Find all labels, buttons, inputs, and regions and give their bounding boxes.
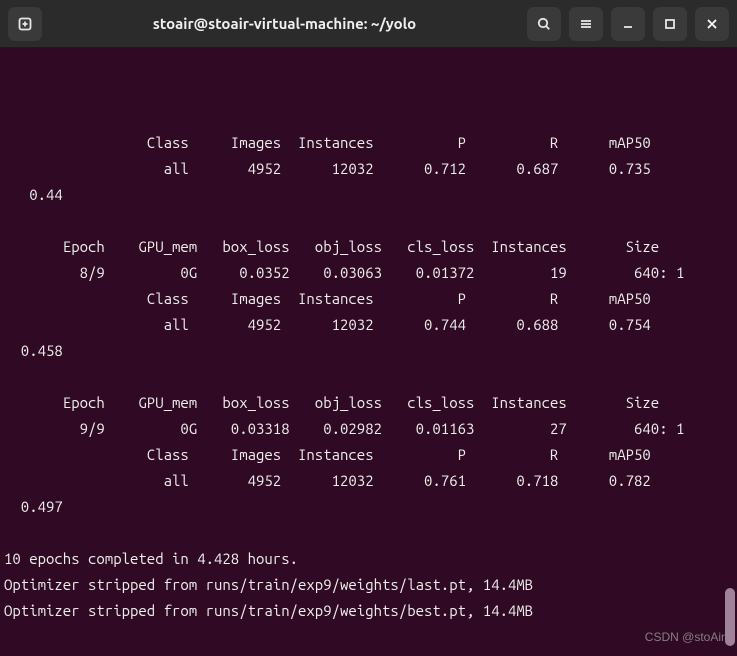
scrollbar-thumb[interactable] [725,588,735,646]
terminal-viewport[interactable]: Class Images Instances P R mAP50 all 495… [0,48,737,656]
terminal-output: Class Images Instances P R mAP50 all 495… [4,104,737,656]
minimize-button[interactable] [611,7,645,41]
new-tab-button[interactable] [8,7,42,41]
close-button[interactable] [695,7,729,41]
window-title: stoair@stoair-virtual-machine: ~/yolo [50,15,519,32]
maximize-button[interactable] [653,7,687,41]
menu-button[interactable] [569,7,603,41]
window-titlebar: stoair@stoair-virtual-machine: ~/yolo [0,0,737,48]
titlebar-right-group [527,7,729,41]
search-button[interactable] [527,7,561,41]
watermark-text: CSDN @stoAir [645,624,725,650]
